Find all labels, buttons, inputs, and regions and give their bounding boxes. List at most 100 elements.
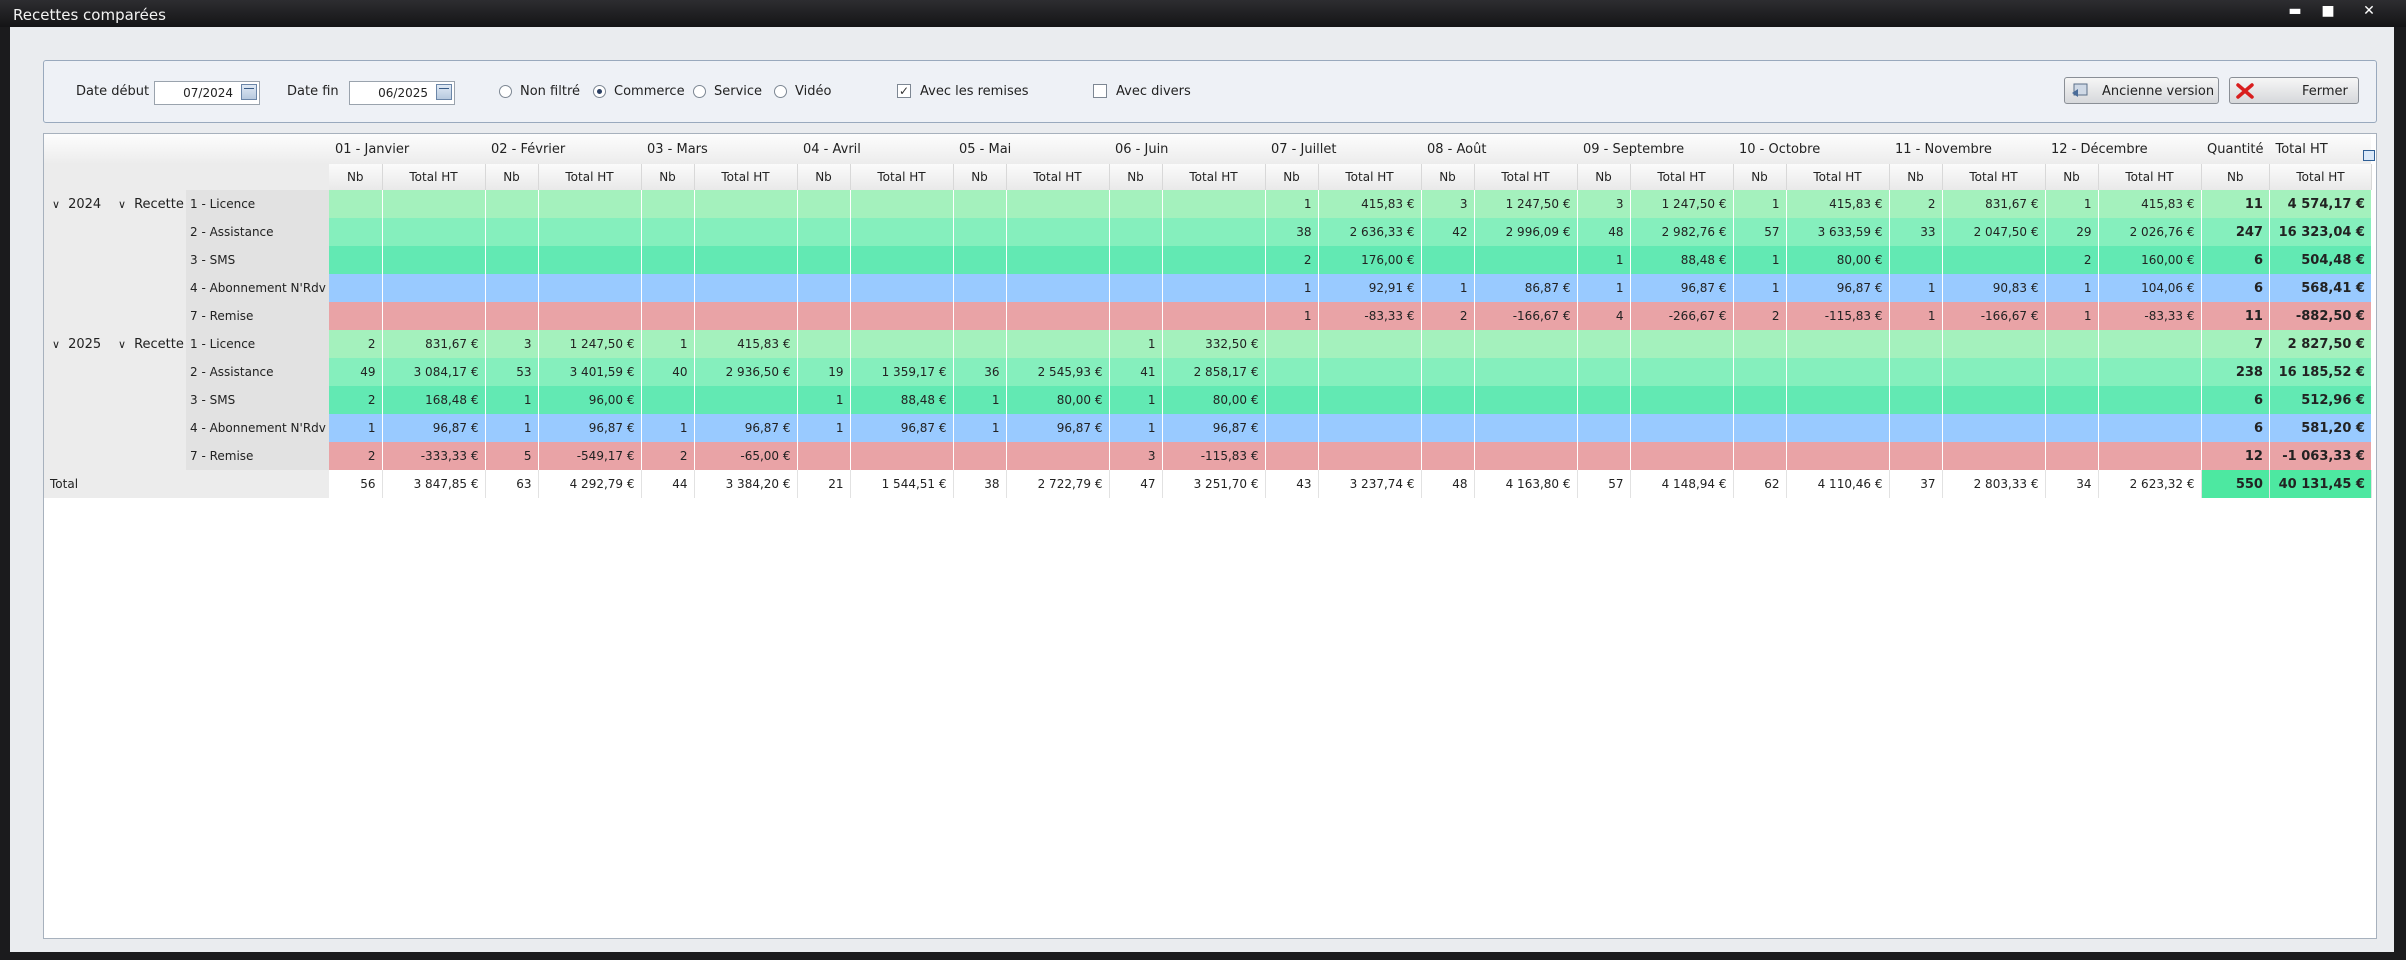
total-nb-cell[interactable]: 34 xyxy=(2045,470,2099,498)
total-cell[interactable] xyxy=(1006,274,1110,302)
row-total-cell[interactable]: 568,41 € xyxy=(2269,274,2372,302)
nb-cell[interactable] xyxy=(797,190,851,218)
total-ht-subheader[interactable]: Total HT xyxy=(850,164,954,190)
total-cell[interactable] xyxy=(2098,442,2202,470)
radio-commerce[interactable] xyxy=(593,85,606,98)
total-cell[interactable]: -549,17 € xyxy=(538,442,642,470)
nb-subheader[interactable]: Nb xyxy=(329,164,383,190)
total-cell[interactable] xyxy=(1630,414,1734,442)
nb-cell[interactable]: 3 xyxy=(1577,190,1631,218)
date-debut-field[interactable]: 07/2024 xyxy=(154,81,260,105)
date-fin-field[interactable]: 06/2025 xyxy=(349,81,455,105)
total-cell[interactable] xyxy=(1474,386,1578,414)
nb-cell[interactable] xyxy=(797,330,851,358)
total-cell[interactable]: 3 633,59 € xyxy=(1786,218,1890,246)
radio-service[interactable] xyxy=(693,85,706,98)
calendar-icon[interactable] xyxy=(436,84,452,100)
total-nb-cell[interactable]: 44 xyxy=(641,470,695,498)
nb-cell[interactable]: 29 xyxy=(2045,218,2099,246)
total-cell[interactable] xyxy=(694,190,798,218)
total-cell[interactable]: 88,48 € xyxy=(1630,246,1734,274)
total-cell[interactable] xyxy=(1630,386,1734,414)
nb-cell[interactable]: 2 xyxy=(1421,302,1475,330)
total-nb-cell[interactable]: 63 xyxy=(485,470,539,498)
nb-cell[interactable]: 33 xyxy=(1889,218,1943,246)
checkbox-divers[interactable] xyxy=(1093,84,1107,98)
total-nb-cell[interactable]: 62 xyxy=(1733,470,1787,498)
nb-subheader[interactable]: Nb xyxy=(1733,164,1787,190)
total-cell[interactable]: -266,67 € xyxy=(1630,302,1734,330)
total-cell[interactable] xyxy=(382,218,486,246)
nb-cell[interactable] xyxy=(485,274,539,302)
total-ht-subheader[interactable]: Total HT xyxy=(2098,164,2202,190)
table-row[interactable]: 4 - Abonnement N'Rdv 1 96,87 €1 96,87 €1 96,… xyxy=(44,414,2372,442)
total-cell[interactable] xyxy=(1006,190,1110,218)
total-cell[interactable]: 96,87 € xyxy=(1162,414,1266,442)
nb-cell[interactable] xyxy=(641,302,695,330)
total-cell[interactable]: -83,33 € xyxy=(2098,302,2202,330)
quantity-cell[interactable]: 6 xyxy=(2201,414,2270,442)
total-cell[interactable]: 1 359,17 € xyxy=(850,358,954,386)
nb-cell[interactable] xyxy=(1733,358,1787,386)
total-cell[interactable] xyxy=(2098,358,2202,386)
quantity-cell[interactable]: 12 xyxy=(2201,442,2270,470)
total-cell[interactable]: 3 084,17 € xyxy=(382,358,486,386)
table-row[interactable]: 2 - Assistance 49 3 084,17 €53 3 401,59 €40… xyxy=(44,358,2372,386)
total-row[interactable]: Total 56 3 847,85 €63 4 292,79 €44 3 384,20 … xyxy=(44,470,2372,498)
total-cell[interactable] xyxy=(1786,442,1890,470)
nb-cell[interactable] xyxy=(329,246,383,274)
nb-cell[interactable]: 1 xyxy=(1733,274,1787,302)
total-cell[interactable] xyxy=(1942,246,2046,274)
total-cell[interactable] xyxy=(1786,386,1890,414)
radio-video-label[interactable]: Vidéo xyxy=(795,84,831,99)
radio-non-filtre-label[interactable]: Non filtré xyxy=(520,84,580,99)
nb-cell[interactable]: 1 xyxy=(1577,274,1631,302)
total-cell[interactable]: 92,91 € xyxy=(1318,274,1422,302)
total-cell[interactable] xyxy=(382,274,486,302)
total-cell[interactable] xyxy=(1942,386,2046,414)
total-cell[interactable]: 2 545,93 € xyxy=(1006,358,1110,386)
total-ht-subheader[interactable]: Total HT xyxy=(538,164,642,190)
nb-cell[interactable] xyxy=(1265,414,1319,442)
total-cell[interactable] xyxy=(538,190,642,218)
nb-cell[interactable]: 1 xyxy=(1109,414,1163,442)
total-ht-subheader[interactable]: Total HT xyxy=(1942,164,2046,190)
nb-cell[interactable]: 1 xyxy=(1109,386,1163,414)
row-total-cell[interactable]: 2 827,50 € xyxy=(2269,330,2372,358)
total-ht-subheader[interactable]: Total HT xyxy=(1474,164,1578,190)
nb-cell[interactable]: 1 xyxy=(1265,302,1319,330)
total-cell[interactable] xyxy=(538,218,642,246)
nb-cell[interactable] xyxy=(797,442,851,470)
calendar-icon[interactable] xyxy=(241,84,257,100)
nb-cell[interactable]: 2 xyxy=(1265,246,1319,274)
total-cell[interactable] xyxy=(382,302,486,330)
nb-cell[interactable] xyxy=(797,246,851,274)
nb-cell[interactable]: 40 xyxy=(641,358,695,386)
nb-cell[interactable]: 42 xyxy=(1421,218,1475,246)
type-group[interactable]: ∨ Recette xyxy=(118,337,184,352)
total-cell[interactable] xyxy=(1318,414,1422,442)
nb-subheader[interactable]: Nb xyxy=(797,164,851,190)
total-amount-cell[interactable]: 2 803,33 € xyxy=(1942,470,2046,498)
total-ht-subheader[interactable]: Total HT xyxy=(1006,164,1110,190)
row-total-cell[interactable]: 581,20 € xyxy=(2269,414,2372,442)
nb-cell[interactable]: 1 xyxy=(2045,274,2099,302)
nb-cell[interactable]: 2 xyxy=(1889,190,1943,218)
total-ht-subheader[interactable]: Total HT xyxy=(1318,164,1422,190)
nb-cell[interactable] xyxy=(2045,330,2099,358)
total-cell[interactable] xyxy=(1006,246,1110,274)
nb-cell[interactable] xyxy=(953,330,1007,358)
nb-cell[interactable] xyxy=(485,190,539,218)
total-cell[interactable]: -65,00 € xyxy=(694,442,798,470)
total-cell[interactable]: -333,33 € xyxy=(382,442,486,470)
nb-cell[interactable] xyxy=(953,218,1007,246)
total-cell[interactable] xyxy=(850,442,954,470)
nb-cell[interactable]: 1 xyxy=(1733,190,1787,218)
table-row[interactable]: 3 - SMS 2 168,48 €1 96,00 €1 88,48 €1 80,00 €… xyxy=(44,386,2372,414)
total-amount-cell[interactable]: 4 163,80 € xyxy=(1474,470,1578,498)
nb-cell[interactable] xyxy=(1421,386,1475,414)
total-cell[interactable]: -166,67 € xyxy=(1942,302,2046,330)
nb-cell[interactable]: 1 xyxy=(2045,190,2099,218)
total-cell[interactable] xyxy=(1318,386,1422,414)
nb-cell[interactable] xyxy=(329,218,383,246)
